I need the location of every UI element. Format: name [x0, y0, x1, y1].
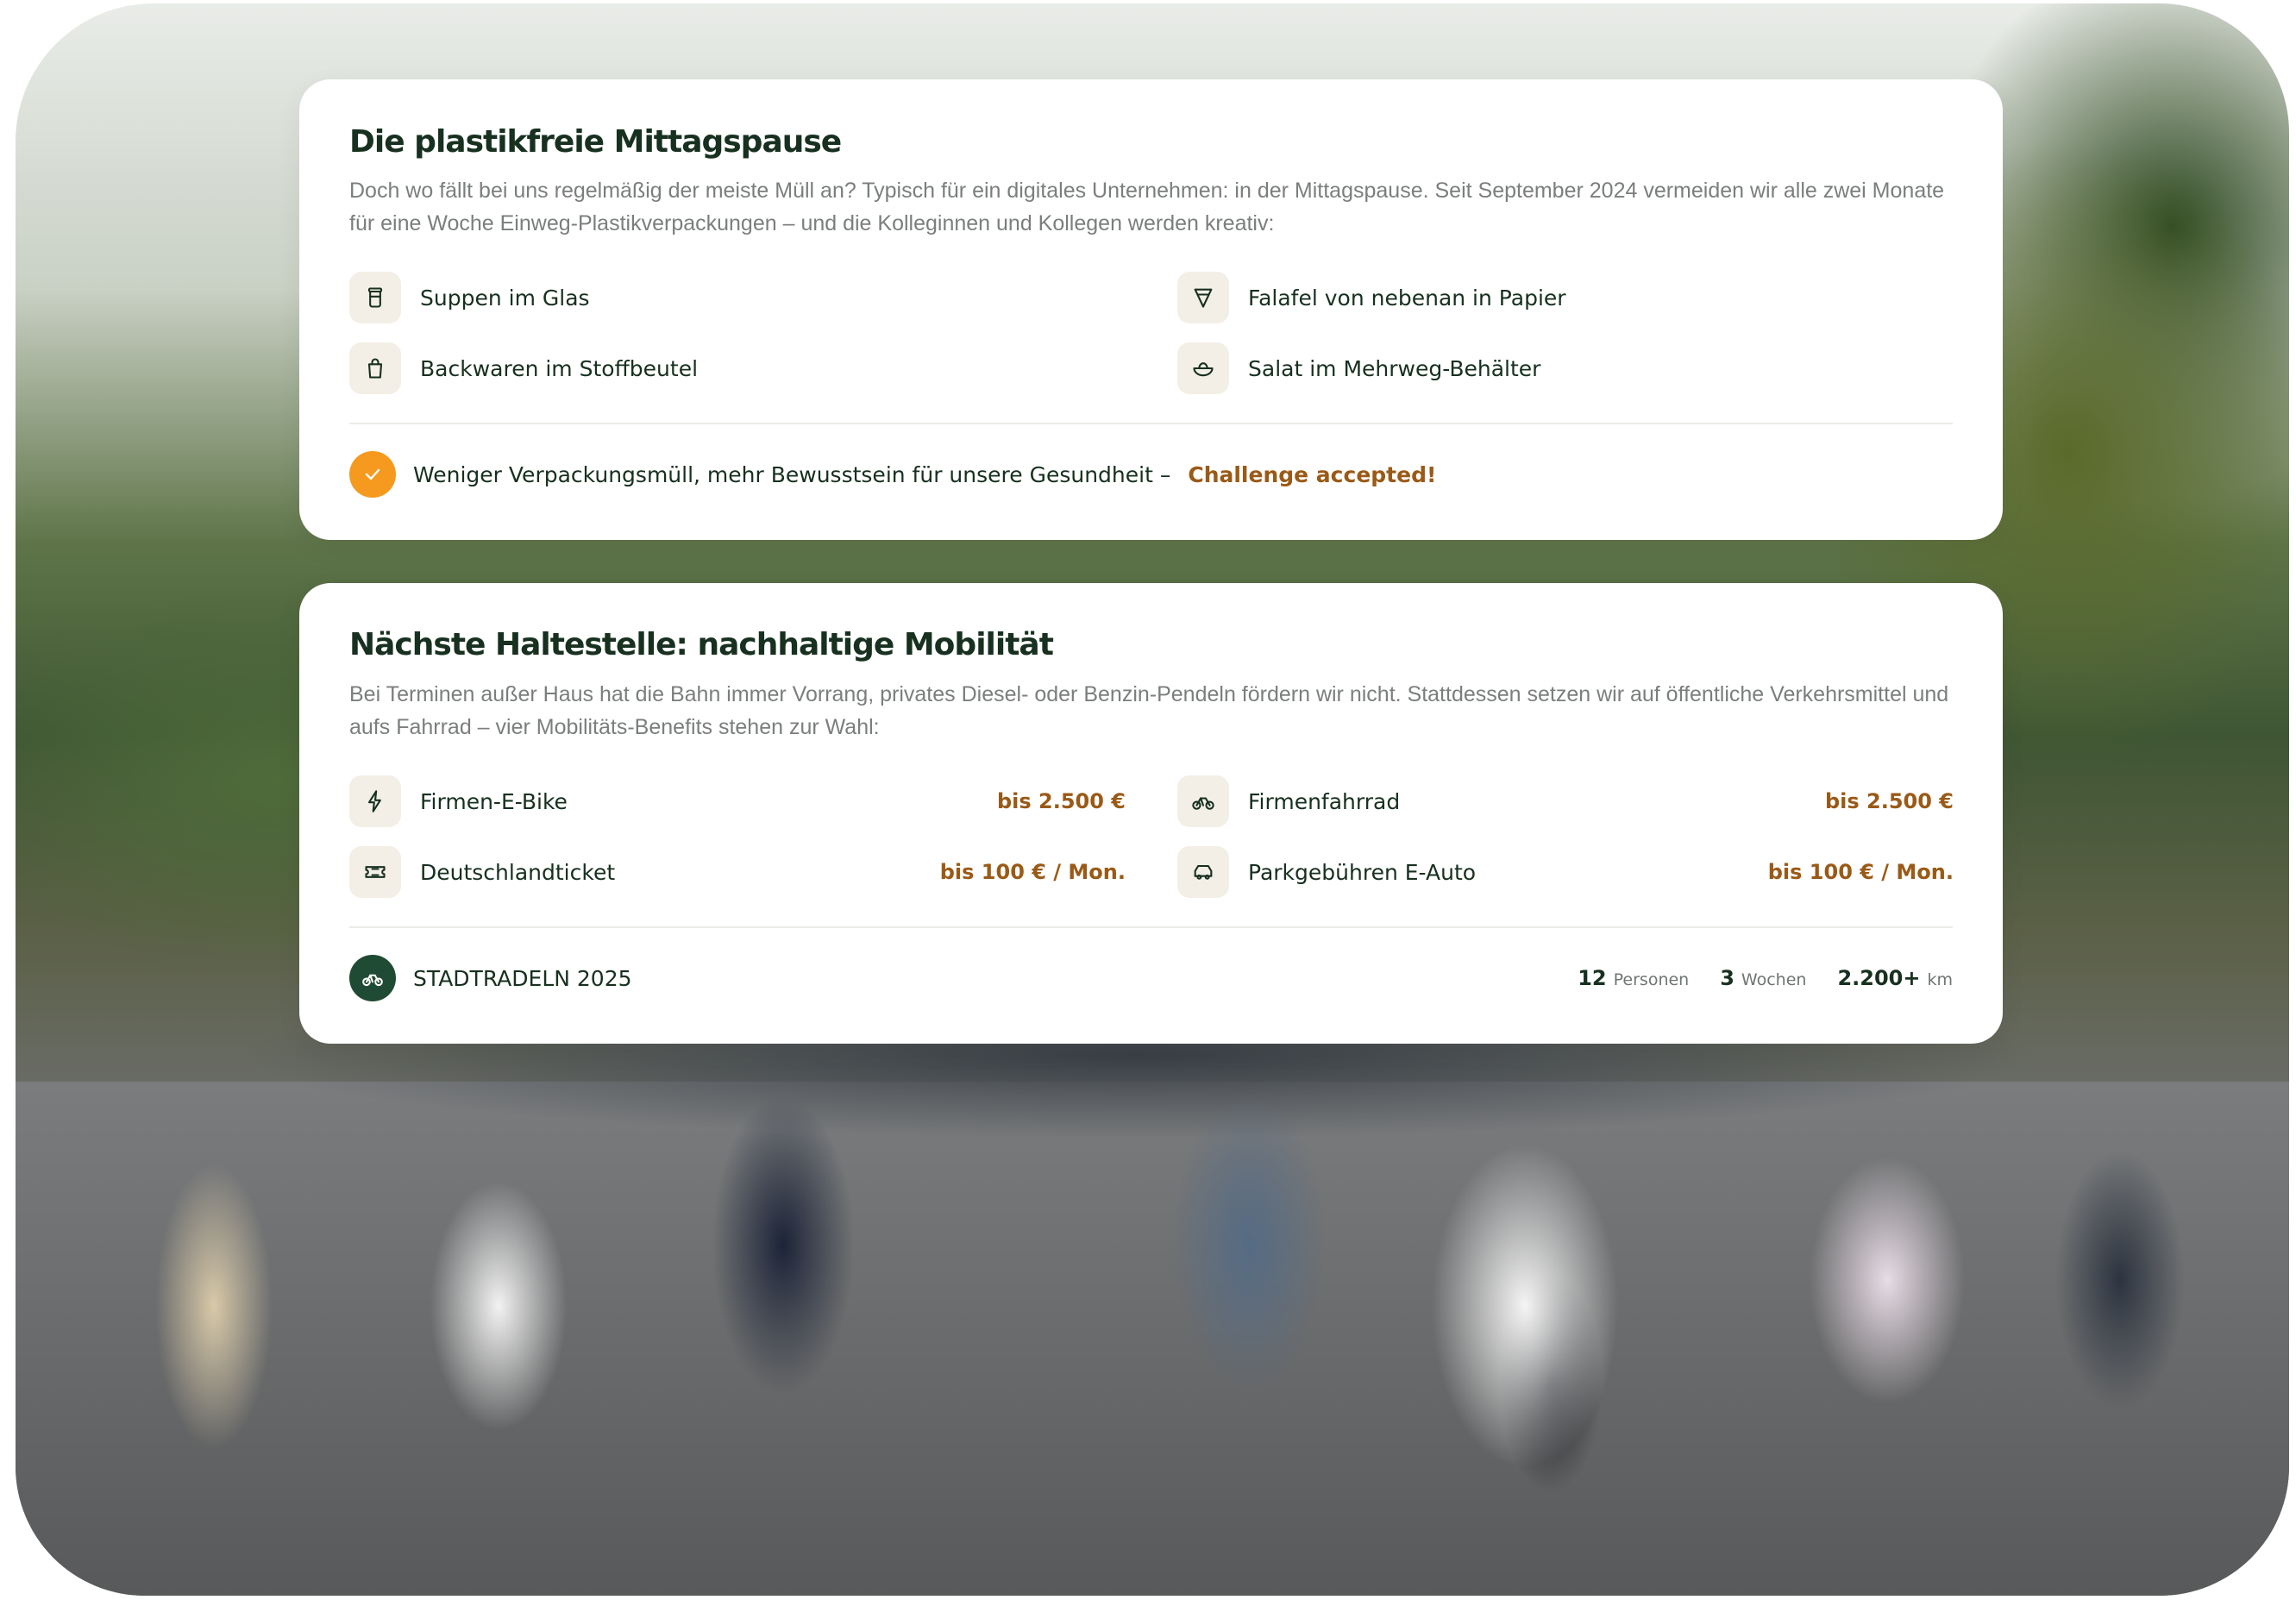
cyclist-crowd: [16, 1021, 2289, 1596]
benefit-label: Deutschlandticket: [420, 859, 616, 885]
benefit-item: Firmen-E-Bike bis 2.500 €: [349, 775, 1126, 828]
benefit-item: Parkgebühren E-Auto bis 100 € / Mon.: [1177, 845, 1954, 899]
section-title: Die plastikfreie Mittagspause: [349, 124, 842, 160]
benefit-item: Deutschlandticket bis 100 € / Mon.: [349, 845, 1126, 899]
list-item: Salat im Mehrweg-Behälter: [1177, 342, 1540, 395]
bicycle-icon: [1177, 775, 1229, 827]
challenge-text: Weniger Verpackungsmüll, mehr Bewusstsei…: [413, 461, 1171, 487]
mobility-card: Nächste Haltestelle: nachhaltige Mobilit…: [299, 583, 2003, 1044]
lightning-icon: [349, 775, 401, 827]
stat-distance: 2.200+ km: [1837, 966, 1953, 990]
benefit-price: bis 2.500 €: [1824, 789, 1954, 813]
plastic-free-lunch-card: Die plastikfreie Mittagspause Doch wo fä…: [299, 79, 2003, 540]
list-item: Falafel von nebenan in Papier: [1177, 271, 1566, 324]
bowl-icon: [1177, 342, 1229, 394]
benefit-price: bis 2.500 €: [996, 789, 1126, 813]
section-description: Doch wo fällt bei uns regelmäßig der mei…: [349, 179, 1945, 235]
car-icon: [1177, 846, 1229, 898]
section-description: Bei Terminen außer Haus hat die Bahn imm…: [349, 682, 1949, 739]
bag-icon: [349, 342, 401, 394]
stat-weeks: 3 Wochen: [1720, 966, 1807, 990]
stadtradeln-stats: 12 Personen 3 Wochen 2.200+ km: [1578, 966, 1953, 990]
stat-people: 12 Personen: [1578, 966, 1690, 990]
challenge-footer: Weniger Verpackungsmüll, mehr Bewusstsei…: [349, 450, 1953, 499]
bicycle-icon: [349, 955, 396, 1001]
list-item: Suppen im Glas: [349, 271, 590, 324]
item-label: Backwaren im Stoffbeutel: [420, 355, 699, 381]
benefit-label: Firmen-E-Bike: [420, 788, 568, 814]
item-label: Salat im Mehrweg-Behälter: [1248, 355, 1541, 381]
benefit-price: bis 100 € / Mon.: [939, 860, 1126, 884]
benefit-price: bis 100 € / Mon.: [1767, 860, 1954, 884]
stadtradeln-footer: STADTRADELN 2025 12 Personen 3 Wochen 2.20…: [349, 954, 1953, 1002]
check-icon: [349, 451, 396, 498]
item-label: Suppen im Glas: [420, 285, 590, 311]
challenge-accent: Challenge accepted!: [1188, 461, 1437, 487]
benefit-label: Firmenfahrrad: [1248, 788, 1401, 814]
benefit-label: Parkgebühren E-Auto: [1248, 859, 1477, 885]
jar-icon: [349, 272, 401, 323]
divider: [349, 926, 1953, 928]
item-label: Falafel von nebenan in Papier: [1248, 285, 1566, 311]
divider: [349, 423, 1953, 424]
benefit-item: Firmenfahrrad bis 2.500 €: [1177, 775, 1954, 828]
ticket-icon: [349, 846, 401, 898]
stadtradeln-title: STADTRADELN 2025: [413, 965, 632, 991]
section-title: Nächste Haltestelle: nachhaltige Mobilit…: [349, 627, 1054, 662]
paper-cone-icon: [1177, 272, 1229, 323]
list-item: Backwaren im Stoffbeutel: [349, 342, 698, 395]
